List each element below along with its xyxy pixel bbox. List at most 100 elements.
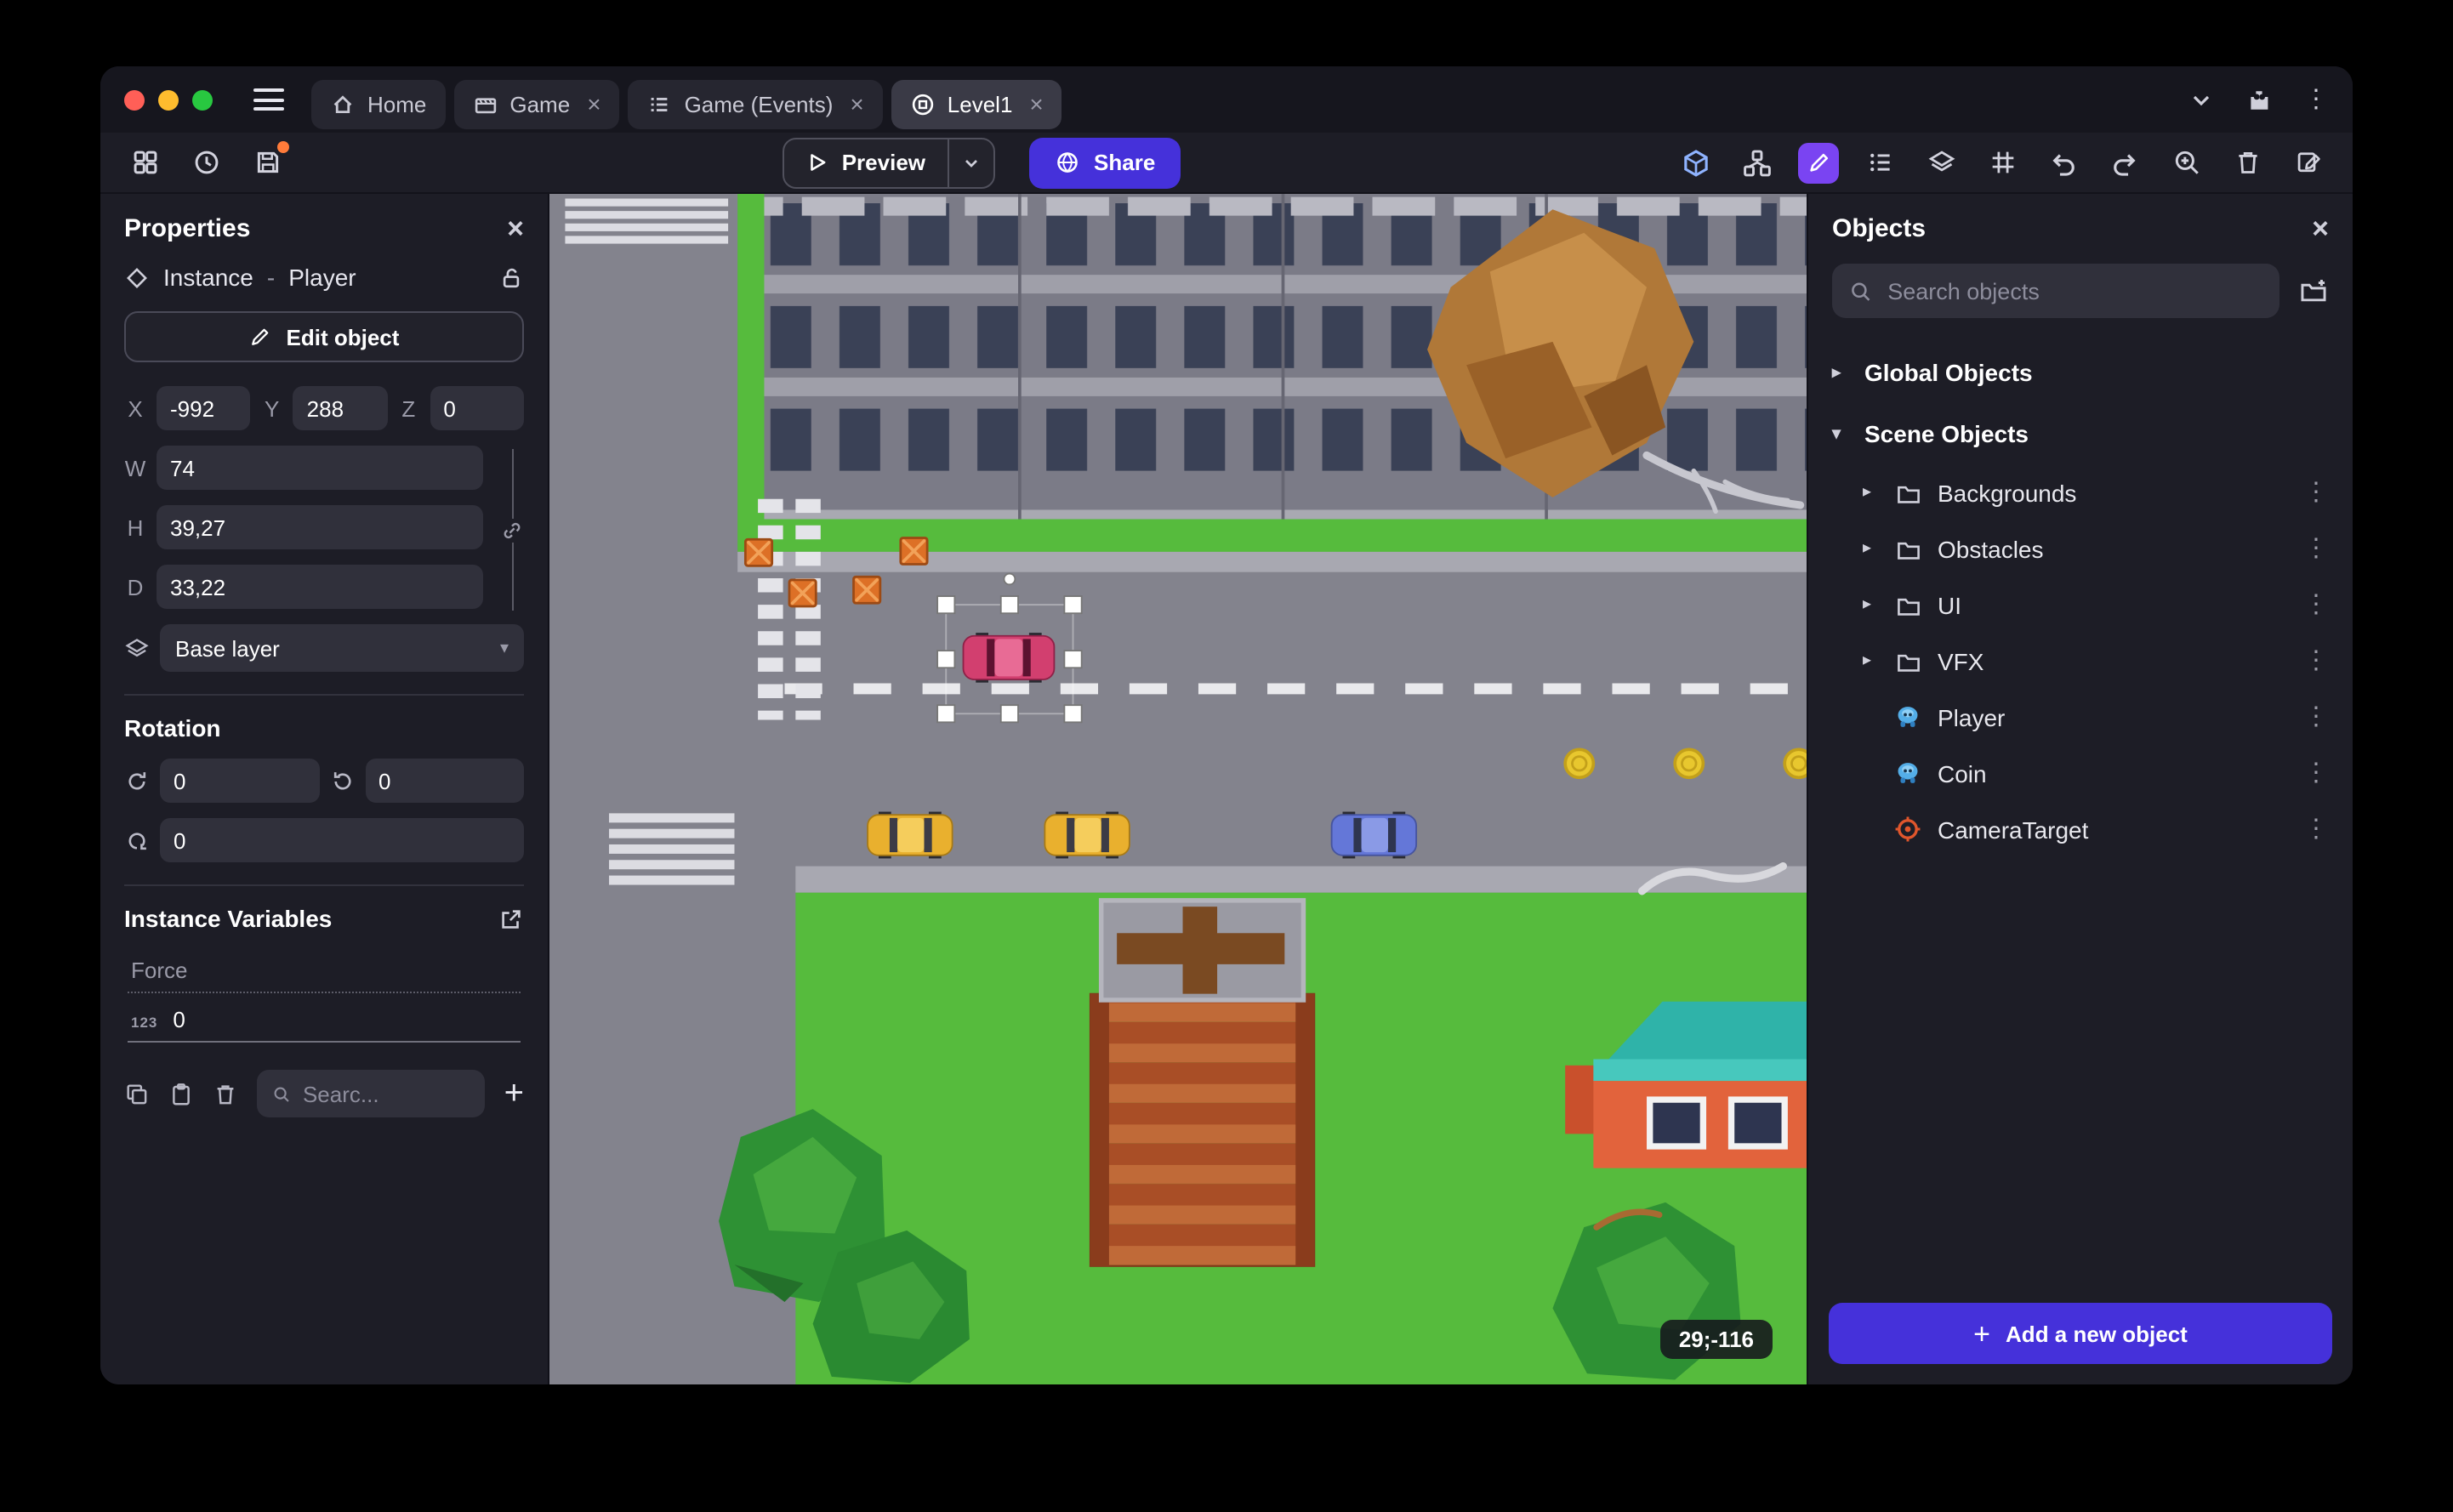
close-tab-icon[interactable]: × xyxy=(587,90,600,117)
close-window-button[interactable] xyxy=(124,89,145,110)
scene-objects-section[interactable]: ▾ Scene Objects xyxy=(1808,403,2353,464)
rotation-y-field[interactable] xyxy=(365,759,524,803)
share-label: Share xyxy=(1094,150,1156,175)
global-objects-section[interactable]: ▸ Global Objects xyxy=(1808,342,2353,403)
variable-name[interactable]: Force xyxy=(128,949,521,993)
height-field[interactable] xyxy=(157,505,483,549)
folder-icon xyxy=(1898,485,1920,503)
grid-icon[interactable] xyxy=(1982,142,2023,183)
new-folder-icon[interactable] xyxy=(2298,276,2329,306)
object-options-icon[interactable]: ⋮ xyxy=(2303,816,2329,842)
edit-pencil-icon xyxy=(252,328,269,345)
history-icon[interactable] xyxy=(185,142,226,183)
zoom-icon[interactable] xyxy=(2166,142,2206,183)
object-row-coin[interactable]: Coin ⋮ xyxy=(1808,745,2353,801)
scene-editor-canvas[interactable]: 29;-116 xyxy=(549,194,1807,1384)
object-options-icon[interactable]: ⋮ xyxy=(2303,704,2329,730)
trash-icon[interactable] xyxy=(2227,142,2268,183)
folder-row-ui[interactable]: ▸ UI ⋮ xyxy=(1808,577,2353,633)
tab-home[interactable]: Home xyxy=(311,79,446,128)
tab-game[interactable]: Game × xyxy=(453,79,620,128)
object-row-player[interactable]: Player ⋮ xyxy=(1808,689,2353,745)
folder-row-vfx[interactable]: ▸ VFX ⋮ xyxy=(1808,633,2353,689)
layer-row: Base layer ▾ xyxy=(100,624,548,672)
variables-table: Force 123 0 xyxy=(100,949,548,1043)
depth-field[interactable] xyxy=(157,565,483,609)
preview-options-dropdown[interactable] xyxy=(948,139,993,186)
tab-level1[interactable]: Level1 × xyxy=(891,79,1062,128)
folder-options-icon[interactable]: ⋮ xyxy=(2303,536,2329,561)
objects-graph-icon[interactable] xyxy=(1737,142,1778,183)
folder-row-backgrounds[interactable]: ▸ Backgrounds ⋮ xyxy=(1808,464,2353,520)
close-tab-icon[interactable]: × xyxy=(1029,90,1043,117)
scene-properties-icon[interactable] xyxy=(2288,142,2329,183)
open-in-new-icon[interactable] xyxy=(498,906,524,931)
toggle-3d-view-icon[interactable] xyxy=(1676,142,1716,183)
width-field[interactable] xyxy=(157,446,483,490)
yellow-car-2[interactable] xyxy=(1044,811,1130,859)
edit-object-button[interactable]: Edit object xyxy=(124,311,524,362)
paste-icon[interactable] xyxy=(168,1081,194,1106)
minimize-window-button[interactable] xyxy=(158,89,179,110)
x-position-field[interactable] xyxy=(157,386,251,430)
unsaved-changes-dot xyxy=(277,140,289,152)
close-tab-icon[interactable]: × xyxy=(850,90,863,117)
extensions-icon[interactable] xyxy=(2245,86,2273,113)
close-properties-icon[interactable]: × xyxy=(507,214,524,243)
sprite-thumbnail-icon xyxy=(1898,763,1918,783)
variables-search-input[interactable] xyxy=(302,1081,470,1106)
folder-options-icon[interactable]: ⋮ xyxy=(2303,592,2329,617)
titlebar-right-icons: ⋮ xyxy=(2188,86,2329,113)
zoom-window-button[interactable] xyxy=(192,89,213,110)
preview-button[interactable]: Preview xyxy=(784,139,948,186)
redo-icon[interactable] xyxy=(2104,142,2145,183)
instances-list-icon[interactable] xyxy=(1859,142,1900,183)
rotation-x-field[interactable] xyxy=(160,759,319,803)
clapperboard-icon xyxy=(475,97,496,113)
player-car-sprite[interactable] xyxy=(962,633,1056,683)
blue-car[interactable] xyxy=(1330,811,1418,859)
project-manager-icon[interactable] xyxy=(124,142,165,183)
trash-icon[interactable] xyxy=(213,1081,238,1106)
close-objects-icon[interactable]: × xyxy=(2312,214,2329,243)
folder-options-icon[interactable]: ⋮ xyxy=(2303,480,2329,505)
objects-search-input[interactable] xyxy=(1887,278,2262,304)
sidewalk-top xyxy=(737,551,1807,572)
size-rows: W H D xyxy=(100,446,548,624)
share-button[interactable]: Share xyxy=(1029,137,1181,188)
layers-icon xyxy=(125,638,149,657)
variables-actions: + xyxy=(100,1043,548,1117)
variables-search[interactable] xyxy=(257,1070,486,1117)
layers-icon[interactable] xyxy=(1921,142,1961,183)
save-icon[interactable] xyxy=(247,140,289,183)
copy-icon[interactable] xyxy=(124,1081,150,1106)
cursor-coordinates-badge: 29;-116 xyxy=(1659,1320,1773,1359)
objects-search[interactable] xyxy=(1832,264,2279,318)
folder-row-obstacles[interactable]: ▸ Obstacles ⋮ xyxy=(1808,520,2353,577)
instance-label: Instance xyxy=(163,264,253,291)
z-position-field[interactable] xyxy=(430,386,524,430)
chevron-down-icon[interactable] xyxy=(2188,86,2215,113)
plus-icon: + xyxy=(1973,1317,1991,1350)
scene-render[interactable] xyxy=(549,194,1807,1384)
rotation-z-field[interactable] xyxy=(160,818,524,862)
object-options-icon[interactable]: ⋮ xyxy=(2303,760,2329,786)
main-menu-icon[interactable] xyxy=(253,88,284,111)
variable-value[interactable]: 0 xyxy=(173,1007,185,1032)
link-dimensions-icon[interactable] xyxy=(500,518,524,542)
object-row-cameratarget[interactable]: CameraTarget ⋮ xyxy=(1808,801,2353,857)
undo-icon[interactable] xyxy=(2043,142,2084,183)
folder-options-icon[interactable]: ⋮ xyxy=(2303,648,2329,674)
layer-select[interactable]: Base layer ▾ xyxy=(160,624,524,672)
y-position-field[interactable] xyxy=(293,386,388,430)
yellow-car-1[interactable] xyxy=(867,811,953,859)
add-new-object-button[interactable]: + Add a new object xyxy=(1829,1303,2332,1364)
lock-icon[interactable] xyxy=(498,264,524,290)
add-variable-button[interactable]: + xyxy=(504,1077,524,1111)
chevron-down-icon: ▾ xyxy=(1832,424,1841,443)
edit-mode-pencil-icon[interactable] xyxy=(1798,142,1840,183)
search-icon xyxy=(1852,281,1870,300)
tab-game-events[interactable]: Game (Events) × xyxy=(628,79,883,128)
brick-tower-building[interactable] xyxy=(1089,898,1316,1267)
more-options-icon[interactable]: ⋮ xyxy=(2303,87,2329,112)
